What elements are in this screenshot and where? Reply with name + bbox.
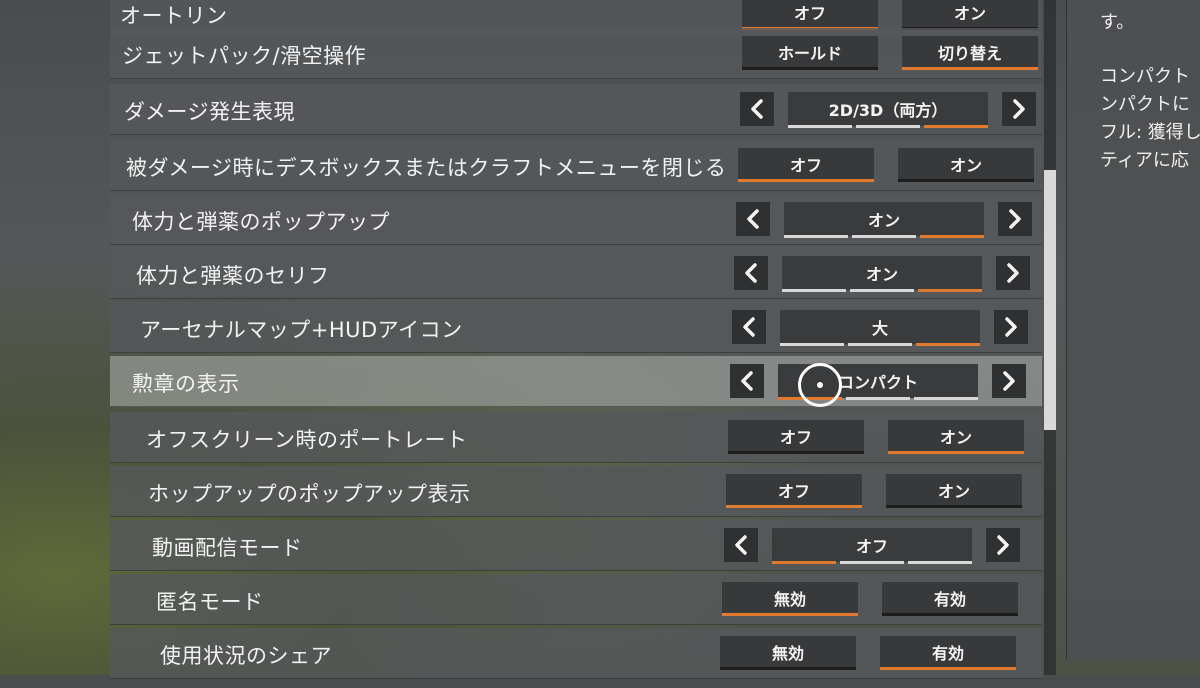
setting-row[interactable]: 使用状況のシェア 無効 有効: [110, 628, 1042, 679]
chevron-left-icon[interactable]: [730, 364, 764, 398]
settings-list: オートリン オフ オン ジェットパック/滑空操作 ホールド 切り替え ダメージ発生表現 2D/…: [110, 0, 1042, 688]
setting-label: 使用状況のシェア: [160, 644, 332, 668]
chevron-right-icon[interactable]: [996, 256, 1030, 290]
setting-label: オートリン: [120, 4, 228, 28]
cycler-progress: [772, 561, 972, 564]
option-cycler[interactable]: オフ: [772, 528, 972, 564]
cycler-segment: [784, 235, 848, 238]
cycler-segment: [850, 289, 914, 292]
cycler-segment: [908, 561, 972, 564]
setting-label: ホップアップのポップアップ表示: [148, 482, 471, 506]
chevron-right-icon[interactable]: [986, 528, 1020, 562]
option-button[interactable]: オン: [886, 474, 1022, 508]
cycler-progress: [782, 289, 982, 292]
setting-label: 体力と弾薬のセリフ: [136, 264, 330, 288]
setting-label: 被ダメージ時にデスボックスまたはクラフトメニューを閉じる: [126, 156, 727, 180]
setting-row[interactable]: 勲章の表示 コンパクト: [110, 356, 1042, 407]
option-button[interactable]: オフ: [742, 0, 878, 30]
setting-row[interactable]: ホップアップのポップアップ表示 オフ オン: [110, 466, 1042, 517]
cycler-progress: [780, 343, 980, 346]
cycler-segment: [914, 397, 978, 400]
setting-row[interactable]: オフスクリーン時のポートレート オフ オン: [110, 412, 1042, 463]
chevron-right-icon[interactable]: [994, 310, 1028, 344]
controller-cursor-dot: [817, 382, 823, 388]
option-button[interactable]: オン: [902, 0, 1038, 30]
option-button[interactable]: オフ: [728, 420, 864, 454]
cycler-segment: [788, 125, 852, 128]
option-button[interactable]: 無効: [720, 636, 856, 670]
chevron-right-icon[interactable]: [1002, 92, 1036, 126]
option-button[interactable]: 有効: [880, 636, 1016, 670]
cycler-segment: [924, 125, 988, 128]
chevron-left-icon[interactable]: [734, 256, 768, 290]
description-line: フル: 獲得し: [1100, 122, 1200, 143]
cycler-value: 大: [871, 319, 888, 338]
setting-label: アーセナルマップ+HUDアイコン: [140, 318, 463, 342]
description-line: す。: [1100, 12, 1135, 33]
scrollbar-thumb[interactable]: [1044, 170, 1056, 430]
description-line: ンパクトに: [1100, 94, 1190, 115]
cycler-segment: [916, 343, 980, 346]
option-button[interactable]: 無効: [722, 582, 858, 616]
setting-row[interactable]: 体力と弾薬のポップアップ オン: [110, 194, 1042, 245]
cycler-segment: [780, 343, 844, 346]
option-button[interactable]: 切り替え: [902, 36, 1038, 70]
cycler-value: オフ: [855, 537, 888, 556]
setting-label: 動画配信モード: [152, 536, 303, 560]
setting-row[interactable]: 体力と弾薬のセリフ オン: [110, 248, 1042, 299]
cycler-segment: [848, 343, 912, 346]
chevron-right-icon[interactable]: [992, 364, 1026, 398]
chevron-left-icon[interactable]: [732, 310, 766, 344]
cycler-segment: [772, 561, 836, 564]
setting-row[interactable]: ジェットパック/滑空操作 ホールド 切り替え: [110, 28, 1042, 79]
option-cycler[interactable]: オン: [784, 202, 984, 238]
cycler-segment: [846, 397, 910, 400]
option-cycler[interactable]: オン: [782, 256, 982, 292]
option-button[interactable]: 有効: [882, 582, 1018, 616]
cycler-segment: [840, 561, 904, 564]
option-cycler[interactable]: 大: [780, 310, 980, 346]
setting-row[interactable]: 動画配信モード オフ: [110, 520, 1042, 571]
chevron-left-icon[interactable]: [724, 528, 758, 562]
cycler-segment: [852, 235, 916, 238]
cycler-value: オン: [865, 265, 898, 284]
cycler-segment: [782, 289, 846, 292]
setting-row[interactable]: ダメージ発生表現 2D/3D（両方）: [110, 84, 1042, 135]
setting-label: 勲章の表示: [132, 372, 240, 396]
cycler-value: 2D/3D（両方）: [828, 101, 948, 120]
chevron-left-icon[interactable]: [736, 202, 770, 236]
option-button[interactable]: オフ: [738, 148, 874, 182]
setting-label: 匿名モード: [156, 590, 264, 614]
cycler-segment: [920, 235, 984, 238]
option-cycler[interactable]: 2D/3D（両方）: [788, 92, 988, 128]
chevron-right-icon[interactable]: [998, 202, 1032, 236]
description-line: コンパクト: [1100, 66, 1190, 87]
option-button[interactable]: オフ: [726, 474, 862, 508]
description-line: ティアに応: [1100, 150, 1189, 171]
cycler-segment: [856, 125, 920, 128]
cycler-progress: [788, 125, 988, 128]
option-button[interactable]: オン: [898, 148, 1034, 182]
setting-row[interactable]: 被ダメージ時にデスボックスまたはクラフトメニューを閉じる オフ オン: [110, 140, 1042, 191]
option-button[interactable]: オン: [888, 420, 1024, 454]
setting-row[interactable]: アーセナルマップ+HUDアイコン 大: [110, 302, 1042, 353]
cycler-value: オン: [867, 211, 900, 230]
setting-label: ダメージ発生表現: [124, 100, 295, 124]
option-button[interactable]: ホールド: [742, 36, 878, 70]
setting-label: ジェットパック/滑空操作: [122, 44, 367, 68]
cycler-value: コンパクト: [837, 373, 918, 392]
setting-label: 体力と弾薬のポップアップ: [132, 210, 390, 234]
setting-row[interactable]: 匿名モード 無効 有効: [110, 574, 1042, 625]
cycler-segment: [918, 289, 982, 292]
cycler-progress: [784, 235, 984, 238]
setting-label: オフスクリーン時のポートレート: [146, 428, 468, 452]
chevron-left-icon[interactable]: [740, 92, 774, 126]
